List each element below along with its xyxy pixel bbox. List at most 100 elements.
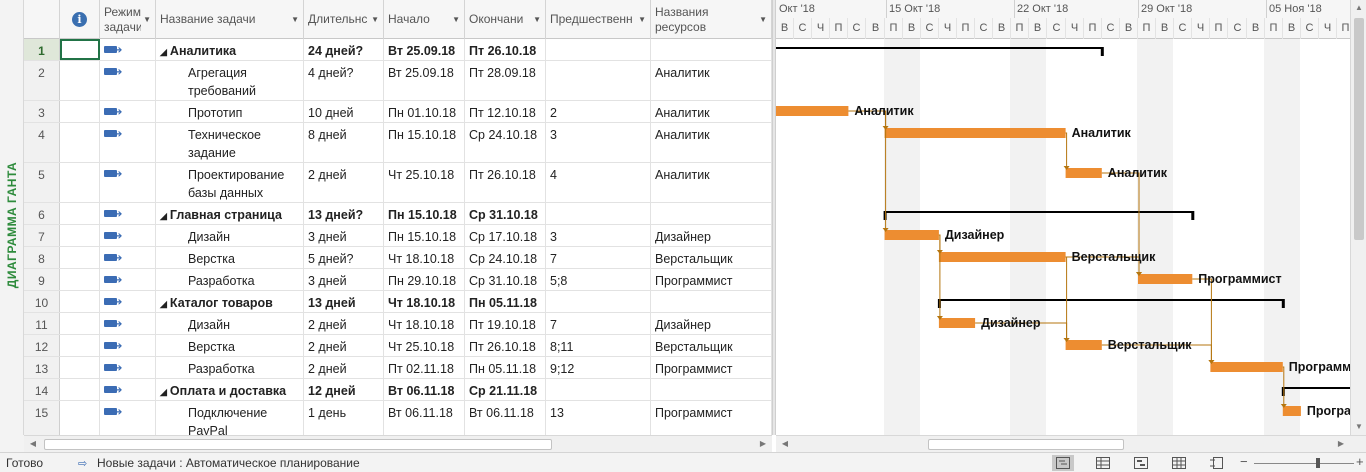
resource-cell[interactable] <box>651 379 772 400</box>
start-cell[interactable]: Вт 25.09.18 <box>384 39 465 60</box>
task-name-cell[interactable]: Разработка <box>156 269 304 290</box>
duration-cell[interactable]: 13 дней <box>304 291 384 312</box>
task-bar[interactable] <box>938 252 1066 262</box>
task-bar[interactable] <box>1138 274 1193 284</box>
start-cell[interactable]: Чт 18.10.18 <box>384 291 465 312</box>
task-row[interactable]: 4 ➔ Техническое задание 8 дней Пн 15.10.18 Ср… <box>24 123 772 163</box>
collapse-toggle-icon[interactable]: ◢ <box>160 211 167 221</box>
task-bar[interactable] <box>1065 168 1102 178</box>
view-bar-label[interactable]: ДИАГРАММА ГАНТА <box>0 0 24 435</box>
summary-bar[interactable] <box>1282 387 1350 389</box>
resource-cell[interactable]: Дизайнер <box>651 225 772 246</box>
row-number[interactable]: 8 <box>24 247 60 268</box>
scroll-up-icon[interactable]: ▲ <box>1351 0 1366 16</box>
task-mode-cell[interactable]: ➔ <box>100 269 156 290</box>
dependency-link[interactable] <box>1282 366 1285 405</box>
predecessors-cell[interactable]: 9;12 <box>546 357 651 378</box>
scroll-down-icon[interactable]: ▼ <box>1351 419 1366 435</box>
gantt-chart[interactable]: Окт '18 15 Окт '18 22 Окт '18 29 Окт '18 05 … <box>776 0 1350 435</box>
duration-cell[interactable]: 5 дней? <box>304 247 384 268</box>
indicator-cell[interactable] <box>60 357 100 378</box>
task-mode-cell[interactable]: ➔ <box>100 39 156 60</box>
collapse-toggle-icon[interactable]: ◢ <box>160 299 167 309</box>
task-mode-cell[interactable]: ➔ <box>100 123 156 162</box>
start-cell[interactable]: Чт 25.10.18 <box>384 163 465 202</box>
task-mode-cell[interactable]: ➔ <box>100 61 156 100</box>
scrollbar-thumb[interactable] <box>44 439 552 450</box>
indicator-cell[interactable] <box>60 39 100 60</box>
resource-cell[interactable] <box>651 39 772 60</box>
scrollbar-thumb[interactable] <box>928 439 1124 450</box>
dependency-link[interactable] <box>1192 278 1212 361</box>
task-name-cell[interactable]: ◢ Главная страница <box>156 203 304 224</box>
task-row[interactable]: 7 ➔ Дизайн 3 дней Пн 15.10.18 Ср 17.10.18 3 Диз… <box>24 225 772 247</box>
column-header-resources[interactable]: Названия ресурсов ▼ <box>651 0 772 39</box>
task-row[interactable]: 13 ➔ Разработка 2 дней Пт 02.11.18 Пн 05.11.1… <box>24 357 772 379</box>
task-row[interactable]: 9 ➔ Разработка 3 дней Пн 29.10.18 Ср 31.10.18… <box>24 269 772 291</box>
resource-cell[interactable]: Аналитик <box>651 101 772 122</box>
collapse-toggle-icon[interactable]: ◢ <box>160 387 167 397</box>
finish-cell[interactable]: Ср 17.10.18 <box>465 225 546 246</box>
indicator-cell[interactable] <box>60 123 100 162</box>
task-mode-cell[interactable]: ➔ <box>100 247 156 268</box>
dependency-link[interactable] <box>848 110 887 229</box>
row-number[interactable]: 4 <box>24 123 60 162</box>
duration-cell[interactable]: 24 дней? <box>304 39 384 60</box>
predecessors-cell[interactable]: 7 <box>546 313 651 334</box>
scroll-right-icon[interactable]: ▶ <box>756 436 770 452</box>
start-cell[interactable]: Чт 18.10.18 <box>384 313 465 334</box>
column-header-duration[interactable]: Длительнс ▼ <box>304 0 384 39</box>
summary-bar[interactable] <box>884 211 1193 213</box>
row-number-header[interactable] <box>24 0 60 39</box>
row-number[interactable]: 11 <box>24 313 60 334</box>
dependency-link[interactable] <box>1065 132 1068 167</box>
start-cell[interactable]: Пн 29.10.18 <box>384 269 465 290</box>
task-name-cell[interactable]: Верстка <box>156 247 304 268</box>
new-tasks-mode[interactable]: ⇨ Новые задачи : Автоматическое планиров… <box>78 456 360 470</box>
dropdown-arrow-icon[interactable]: ▼ <box>371 12 379 27</box>
column-header-mode[interactable]: Режим задачи ▼ <box>100 0 156 39</box>
indicator-cell[interactable] <box>60 313 100 334</box>
task-name-cell[interactable]: Верстка <box>156 335 304 356</box>
predecessors-cell[interactable]: 13 <box>546 401 651 435</box>
start-cell[interactable]: Пн 15.10.18 <box>384 123 465 162</box>
task-mode-cell[interactable]: ➔ <box>100 401 156 435</box>
start-cell[interactable]: Пн 15.10.18 <box>384 203 465 224</box>
start-cell[interactable]: Вт 06.11.18 <box>384 401 465 435</box>
duration-cell[interactable]: 1 день <box>304 401 384 435</box>
predecessors-cell[interactable]: 7 <box>546 247 651 268</box>
finish-cell[interactable]: Ср 21.11.18 <box>465 379 546 400</box>
indicator-cell[interactable] <box>60 379 100 400</box>
duration-cell[interactable]: 2 дней <box>304 163 384 202</box>
zoom-in-icon[interactable]: + <box>1356 454 1364 469</box>
task-name-cell[interactable]: ◢ Аналитика <box>156 39 304 60</box>
resource-cell[interactable] <box>651 203 772 224</box>
task-bar[interactable] <box>884 128 1066 138</box>
task-bar[interactable] <box>776 106 849 116</box>
scroll-left-icon[interactable]: ◀ <box>26 436 40 452</box>
task-row[interactable]: 12 ➔ Верстка 2 дней Чт 25.10.18 Пт 26.10.18 8;… <box>24 335 772 357</box>
task-mode-cell[interactable]: ➔ <box>100 335 156 356</box>
task-mode-cell[interactable]: ➔ <box>100 357 156 378</box>
grid-horizontal-scrollbar[interactable]: ◀ ▶ <box>24 435 772 452</box>
team-planner-icon[interactable] <box>1130 455 1152 471</box>
task-usage-icon[interactable] <box>1092 455 1114 471</box>
finish-cell[interactable]: Вт 06.11.18 <box>465 401 546 435</box>
column-header-name[interactable]: Название задачи ▼ <box>156 0 304 39</box>
row-number[interactable]: 15 <box>24 401 60 435</box>
summary-bar[interactable] <box>776 47 1102 49</box>
dropdown-arrow-icon[interactable]: ▼ <box>638 12 646 27</box>
row-number[interactable]: 10 <box>24 291 60 312</box>
start-cell[interactable]: Чт 18.10.18 <box>384 247 465 268</box>
zoom-slider[interactable] <box>1254 463 1354 464</box>
report-icon[interactable] <box>1206 455 1228 471</box>
duration-cell[interactable]: 2 дней <box>304 335 384 356</box>
row-number[interactable]: 1 <box>24 39 60 60</box>
indicator-cell[interactable] <box>60 291 100 312</box>
row-number[interactable]: 12 <box>24 335 60 356</box>
duration-cell[interactable]: 3 дней <box>304 269 384 290</box>
row-number[interactable]: 3 <box>24 101 60 122</box>
predecessors-cell[interactable]: 3 <box>546 123 651 162</box>
task-name-cell[interactable]: Дизайн <box>156 313 304 334</box>
finish-cell[interactable]: Ср 24.10.18 <box>465 123 546 162</box>
